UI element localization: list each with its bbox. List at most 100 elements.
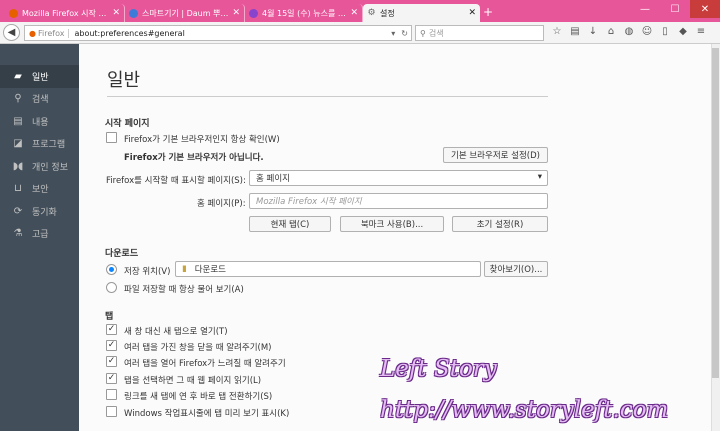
tab-label: Mozilla Firefox 시작 페이지 — [22, 8, 109, 18]
new-tab-button[interactable]: + — [483, 5, 493, 19]
daum-icon — [129, 8, 138, 18]
always-ask-label: 파일 저장할 때 항상 물어 보기(A) — [124, 285, 244, 295]
tab-label: 스마트기기 | Daum 뿌리협 — [142, 8, 230, 18]
restore-default-button[interactable]: 초기 설정(R) — [452, 216, 548, 232]
when-starts-label: Firefox를 시작할 때 표시할 페이지(S): — [106, 176, 246, 186]
sidebar-item-search[interactable]: ⚲ 검색 — [0, 88, 79, 111]
chat-icon[interactable]: ☺ — [638, 26, 656, 37]
tab-daum[interactable]: 스마트기기 | Daum 뿌리협 ✕ — [125, 4, 245, 22]
title-bar: Mozilla Firefox 시작 페이지 ✕ 스마트기기 | Daum 뿌리… — [0, 0, 720, 22]
sidebar-item-content[interactable]: ▤ 내용 — [0, 110, 79, 133]
home-page-input[interactable]: Mozilla Firefox 시작 페이지 — [249, 193, 548, 209]
preferences-sidebar: ▰ 일반 ⚲ 검색 ▤ 내용 ◪ 프로그램 ◗◖ 개인 정보 ⊔ 보안 ⟳ 동기… — [0, 44, 79, 431]
sidebar-item-applications[interactable]: ◪ 프로그램 — [0, 133, 79, 156]
tab-news[interactable]: 4월 15일 (수) 뉴스를 다시... ✕ — [245, 4, 363, 22]
sidebar-item-label: 동기화 — [32, 207, 57, 218]
minimize-button[interactable]: — — [630, 0, 660, 18]
section-heading-tabs: 탭 — [105, 312, 114, 322]
tab-option-label: 여러 탭을 열어 Firefox가 느려질 때 알려주기 — [124, 359, 286, 369]
download-folder-value: 다운로드 — [194, 265, 226, 275]
default-browser-checkbox[interactable] — [106, 132, 117, 143]
default-browser-status: Firefox가 기본 브라우저가 아닙니다. — [124, 153, 264, 163]
tab-option-label: 여러 탭을 가진 창을 닫을 때 알려주기(M) — [124, 343, 272, 353]
pocket-icon[interactable]: ◍ — [620, 26, 638, 37]
sidebar-item-label: 검색 — [32, 95, 49, 106]
home-icon[interactable]: ⌂ — [602, 26, 620, 37]
sidebar-item-label: 보안 — [32, 185, 49, 196]
window-close-button[interactable]: ✕ — [690, 0, 720, 18]
always-ask-radio[interactable] — [106, 282, 117, 293]
tab-option-label: Windows 작업표시줄에 탭 미리 보기 표시(K) — [124, 409, 290, 419]
close-icon[interactable]: ✕ — [350, 8, 358, 18]
sidebar-item-sync[interactable]: ⟳ 동기화 — [0, 200, 79, 223]
tab-mozilla-start[interactable]: Mozilla Firefox 시작 페이지 ✕ — [5, 4, 125, 22]
tab-option-checkbox[interactable]: ✓ — [106, 324, 117, 335]
sidebar-item-label: 내용 — [32, 117, 49, 128]
url-bar[interactable]: ● Firefox about:preferences#general ▾ ↻ — [24, 25, 412, 41]
menu-icon[interactable]: ≡ — [692, 26, 710, 37]
dropdown-arrow-icon[interactable]: ▾ — [391, 29, 395, 38]
sidebar-item-advanced[interactable]: ⚗ 고급 — [0, 223, 79, 246]
search-icon: ⚲ — [14, 93, 22, 105]
back-button[interactable]: ◀ — [3, 24, 20, 41]
search-icon: ⚲ — [420, 28, 426, 38]
sync-icon: ⟳ — [13, 205, 23, 217]
sidebar-item-label: 일반 — [32, 72, 49, 83]
nav-bar: ◀ ● Firefox about:preferences#general ▾ … — [0, 22, 720, 44]
reading-list-icon[interactable]: ▤ — [566, 26, 584, 37]
scrollbar-thumb[interactable] — [712, 48, 719, 378]
reload-icon[interactable]: ↻ — [401, 29, 408, 38]
browse-button[interactable]: 찾아보기(O)... — [484, 261, 548, 277]
download-folder-field[interactable]: ▮ 다운로드 — [175, 261, 481, 277]
identity-label: Firefox — [38, 28, 70, 38]
news-icon — [249, 8, 258, 18]
gear-icon: ⚙ — [367, 7, 376, 18]
clipboard-icon[interactable]: ▯ — [656, 26, 674, 37]
tab-option-checkbox[interactable]: ✓ — [106, 356, 117, 367]
sidebar-item-label: 개인 정보 — [32, 162, 68, 173]
sidebar-item-label: 고급 — [32, 230, 49, 241]
sidebar-item-privacy[interactable]: ◗◖ 개인 정보 — [0, 155, 79, 178]
content-icon: ▤ — [13, 115, 23, 127]
general-icon: ▰ — [14, 70, 22, 82]
home-page-label: 홈 페이지(P): — [197, 199, 246, 209]
maximize-button[interactable]: ☐ — [660, 0, 690, 18]
tab-label: 설정 — [380, 8, 395, 18]
firefox-logo-icon: ● — [29, 28, 36, 38]
addon-icon[interactable]: ◆ — [674, 26, 692, 37]
tab-settings[interactable]: ⚙ 설정 ✕ — [363, 4, 480, 22]
tab-option-checkbox[interactable] — [106, 406, 117, 417]
close-icon[interactable]: ✕ — [232, 8, 240, 18]
watermark-title: Left Story — [380, 356, 497, 382]
search-input[interactable]: ⚲ 검색 — [415, 25, 544, 41]
when-starts-select[interactable]: 홈 페이지 ▾ — [249, 170, 548, 186]
set-default-button[interactable]: 기본 브라우저로 설정(D) — [443, 147, 548, 163]
use-bookmark-button[interactable]: 북마크 사용(B)... — [340, 216, 444, 232]
tab-option-checkbox[interactable]: ✓ — [106, 373, 117, 384]
tab-label: 4월 15일 (수) 뉴스를 다시... — [262, 8, 347, 18]
watermark-url: http://www.storyleft.com — [380, 397, 669, 423]
default-browser-check-label: Firefox가 기본 브라우저인지 항상 확인(W) — [124, 135, 280, 145]
download-icon[interactable]: ↓ — [584, 26, 602, 37]
privacy-mask-icon: ◗◖ — [12, 160, 24, 172]
tab-option-label: 링크를 새 탭에 연 후 바로 탭 전환하기(S) — [124, 392, 273, 402]
sidebar-item-security[interactable]: ⊔ 보안 — [0, 178, 79, 201]
title-divider — [107, 96, 548, 97]
close-icon[interactable]: ✕ — [112, 8, 120, 18]
close-icon[interactable]: ✕ — [468, 8, 476, 18]
tab-option-label: 새 창 대신 새 탭으로 열기(T) — [124, 327, 228, 337]
save-to-label: 저장 위치(V) — [124, 267, 171, 277]
tab-option-checkbox[interactable]: ✓ — [106, 340, 117, 351]
search-placeholder: 검색 — [428, 28, 444, 38]
bookmark-star-icon[interactable]: ☆ — [548, 26, 566, 37]
tab-option-checkbox[interactable] — [106, 389, 117, 400]
sidebar-item-label: 프로그램 — [32, 140, 66, 151]
url-text[interactable]: about:preferences#general — [74, 29, 388, 38]
advanced-icon: ⚗ — [13, 228, 23, 240]
save-to-radio[interactable] — [106, 264, 117, 275]
sidebar-item-general[interactable]: ▰ 일반 — [0, 65, 79, 88]
section-heading-downloads: 다운로드 — [105, 249, 139, 259]
use-current-pages-button[interactable]: 현재 탭(C) — [249, 216, 331, 232]
page-title: 일반 — [107, 70, 141, 91]
toolbar-icons: ☆ ▤ ↓ ⌂ ◍ ☺ ▯ ◆ ≡ — [548, 26, 710, 37]
